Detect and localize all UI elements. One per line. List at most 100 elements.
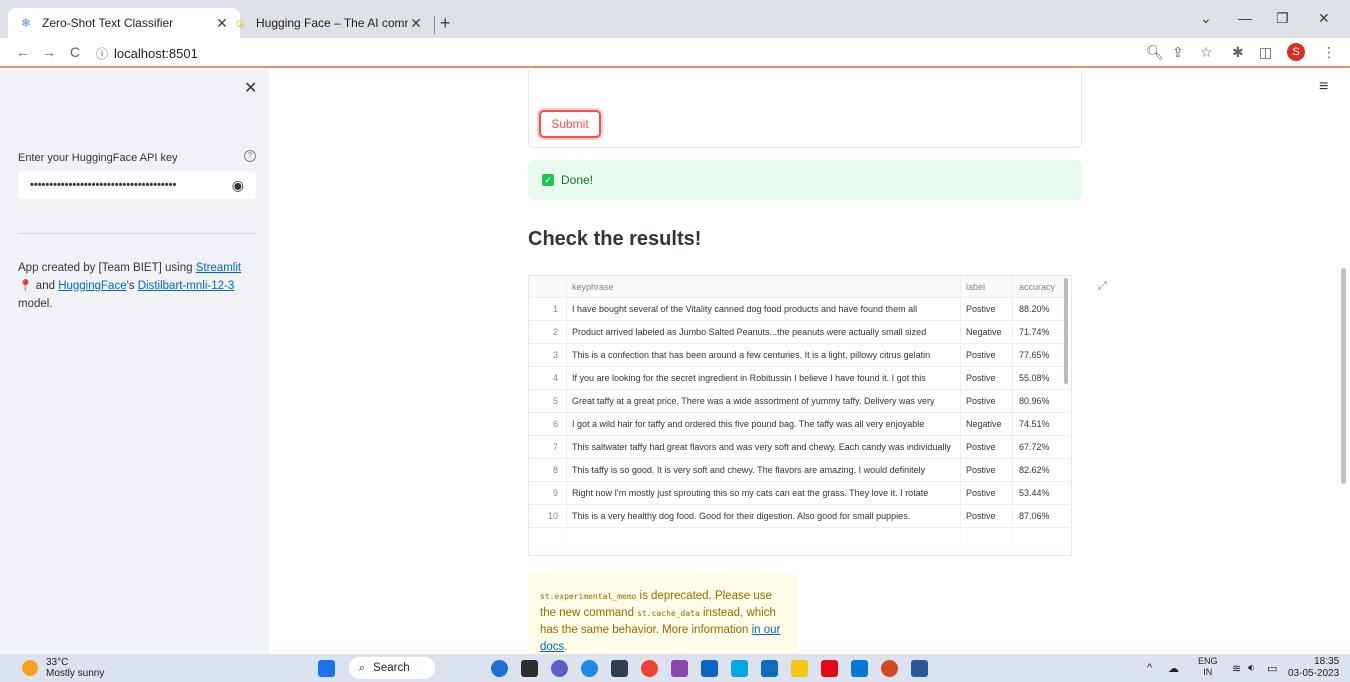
main-content: ≡ Submit ✓ Done! Check the results! keyp…: [269, 70, 1350, 656]
streamlit-link[interactable]: Streamlit: [196, 262, 241, 274]
netflix-icon[interactable]: [821, 660, 838, 677]
app-credit-text: App created by [Team BIET] using Streaml…: [18, 262, 242, 310]
tab-separator: [434, 16, 435, 34]
weather-widget[interactable]: 33°C Mostly sunny: [22, 657, 104, 679]
browser-tab-strip: ❄ Zero-Shot Text Classifier ✕ ☺ Hugging …: [0, 0, 1350, 38]
browser-toolbar: ← → C ⓘ localhost:8501 🔍︎ ⇪ ☆ ✱ ◫ S ⋮: [0, 38, 1350, 68]
table-row[interactable]: 4 If you are looking for the secret ingr…: [529, 367, 1069, 390]
windows-start-icon[interactable]: [318, 660, 335, 677]
share-icon[interactable]: ⇪: [1172, 44, 1184, 61]
onedrive-cloud-icon[interactable]: ☁: [1168, 662, 1179, 675]
col-accuracy[interactable]: accuracy: [1013, 276, 1067, 297]
calendar-icon[interactable]: [761, 660, 778, 677]
extensions-icon[interactable]: ✱: [1232, 44, 1244, 61]
reload-icon[interactable]: C: [70, 44, 80, 60]
table-row[interactable]: 7 This saltwater taffy had great flavors…: [529, 436, 1069, 459]
taskbar-search[interactable]: ⌕ Search: [349, 657, 435, 679]
wifi-icon[interactable]: ≋: [1232, 662, 1241, 675]
taskbar: 33°C Mostly sunny ⌕ Search ^ ☁ ENG IN ≋ …: [0, 654, 1350, 682]
model-link[interactable]: Distilbart-mnli-12-3: [138, 280, 235, 292]
table-row[interactable]: 3 This is a confection that has been aro…: [529, 344, 1069, 367]
profile-avatar[interactable]: S: [1287, 43, 1305, 61]
store-icon[interactable]: [611, 660, 628, 677]
tab-zero-shot-classifier[interactable]: ❄ Zero-Shot Text Classifier ✕: [8, 8, 240, 38]
vscode-icon[interactable]: [851, 660, 868, 677]
bookmark-star-icon[interactable]: ☆: [1200, 44, 1213, 61]
table-row[interactable]: 10 This is a very healthy dog food. Good…: [529, 505, 1069, 528]
huggingface-link[interactable]: HuggingFace: [58, 280, 126, 292]
zoom-icon[interactable]: 🔍︎: [1146, 44, 1164, 61]
site-info-icon[interactable]: ⓘ: [96, 45, 108, 62]
tray-expand-chevron-icon[interactable]: ^: [1147, 662, 1152, 674]
table-row[interactable]: 1 I have bought several of the Vitality …: [529, 298, 1069, 321]
back-arrow-icon[interactable]: ←: [16, 44, 30, 60]
hugging-face-icon: ☺: [233, 16, 247, 30]
mail-icon[interactable]: [701, 660, 718, 677]
battery-icon[interactable]: ▭: [1267, 662, 1277, 675]
address-bar[interactable]: ⓘ localhost:8501: [96, 41, 1176, 65]
powerpoint-icon[interactable]: [881, 660, 898, 677]
checkmark-icon: ✓: [542, 174, 554, 186]
snowflake-icon: ❄: [20, 16, 32, 30]
chrome-icon[interactable]: [641, 660, 658, 677]
main-menu-icon[interactable]: ≡: [1319, 78, 1328, 96]
copilot-icon[interactable]: [491, 660, 508, 677]
table-row[interactable]: 9 Right now I'm mostly just sprouting th…: [529, 482, 1069, 505]
more-menu-icon[interactable]: ⋮: [1322, 44, 1336, 61]
side-panel-icon[interactable]: ◫: [1259, 44, 1272, 61]
tab-title: Hugging Face – The AI communi: [256, 16, 408, 30]
api-key-label: Enter your HuggingFace API key: [18, 152, 178, 164]
close-window-button[interactable]: ✕: [1318, 10, 1330, 27]
table-row[interactable]: 5 Great taffy at a great price. There wa…: [529, 390, 1069, 413]
language-indicator[interactable]: ENG IN: [1198, 656, 1218, 678]
help-icon[interactable]: ?: [244, 150, 256, 162]
prime-video-icon[interactable]: [731, 660, 748, 677]
table-row[interactable]: 2 Product arrived labeled as Jumbo Salte…: [529, 321, 1069, 344]
col-label[interactable]: label: [961, 276, 1013, 297]
submit-button[interactable]: Submit: [539, 110, 601, 138]
new-tab-button[interactable]: +: [440, 14, 451, 32]
code-experimental-memo: st.experimental_memo: [540, 592, 637, 601]
results-table[interactable]: keyphrase label accuracy 1 I have bought…: [528, 275, 1072, 556]
file-explorer-icon[interactable]: [791, 660, 808, 677]
show-password-eye-icon[interactable]: ◉: [232, 177, 244, 194]
chat-icon[interactable]: [551, 660, 568, 677]
tab-title: Zero-Shot Text Classifier: [42, 16, 174, 30]
time: 18:35: [1314, 656, 1340, 667]
word-icon[interactable]: [911, 660, 928, 677]
task-view-icon[interactable]: [521, 660, 538, 677]
page-scrollbar[interactable]: [1341, 268, 1346, 484]
deprecation-warning: st.experimental_memo is deprecated. Plea…: [528, 574, 798, 656]
tab-close-icon[interactable]: ✕: [408, 15, 424, 32]
success-alert: ✓ Done!: [528, 160, 1082, 200]
success-text: Done!: [561, 173, 594, 187]
table-row[interactable]: 8 This taffy is so good. It is very soft…: [529, 459, 1069, 482]
date: 03-05-2023: [1288, 668, 1340, 679]
search-icon: ⌕: [359, 661, 366, 674]
api-key-input[interactable]: •••••••••••••••••••••••••••••••••••••• ◉: [18, 171, 256, 199]
fullscreen-expand-icon[interactable]: ⤢: [1098, 280, 1107, 293]
pin-icon: 📍︎: [18, 280, 33, 292]
results-heading: Check the results!: [528, 228, 702, 250]
sidebar: ✕ Enter your HuggingFace API key ? •••••…: [0, 70, 269, 654]
sidebar-divider: [18, 233, 256, 234]
table-row[interactable]: 6 I got a wild hair for taffy and ordere…: [529, 413, 1069, 436]
tab-hugging-face[interactable]: ☺ Hugging Face – The AI communi ✕: [222, 8, 434, 38]
amazon-music-icon[interactable]: [671, 660, 688, 677]
api-key-value: ••••••••••••••••••••••••••••••••••••••: [30, 179, 177, 191]
sidebar-close-icon[interactable]: ✕: [244, 78, 257, 98]
table-scrollbar[interactable]: [1064, 278, 1068, 384]
temperature: 33°C: [46, 657, 69, 668]
speaker-icon[interactable]: 🔉︎: [1248, 662, 1255, 675]
sun-icon: [22, 660, 38, 676]
forward-arrow-icon[interactable]: →: [42, 44, 56, 60]
minimize-button[interactable]: —: [1238, 10, 1252, 26]
url-text: localhost:8501: [114, 45, 198, 61]
tab-search-chevron-icon[interactable]: ⌄: [1200, 10, 1212, 27]
clock[interactable]: 18:35 03-05-2023: [1288, 656, 1339, 680]
col-keyphrase[interactable]: keyphrase: [567, 276, 961, 297]
maximize-button[interactable]: ❐: [1276, 10, 1289, 27]
table-row-partial: [529, 528, 1069, 551]
edge-icon[interactable]: [581, 660, 598, 677]
code-cache-data: st.cache_data: [637, 609, 700, 618]
